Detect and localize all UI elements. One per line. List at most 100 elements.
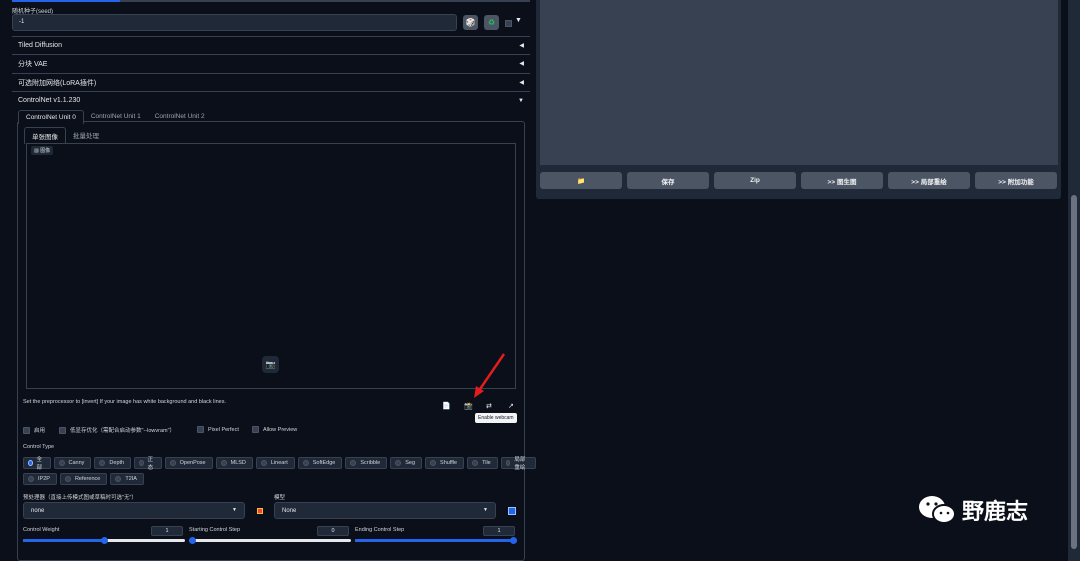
radio-icon [302,460,309,466]
tab-batch[interactable]: 批量处理 [66,127,106,144]
tab-unit-0[interactable]: ControlNet Unit 0 [18,110,84,124]
accordion-tiled-diffusion[interactable]: Tiled Diffusion ◀ [12,36,530,54]
page-scrollbar[interactable] [1068,0,1080,561]
camera-icon[interactable]: 📷 [262,356,279,373]
accordion-lora[interactable]: 可选附加网络(LoRA插件) ◀ [12,73,530,91]
preprocessor-label: 预处理器（直接上传模式图或草稿时可选"无"） [23,495,137,501]
radio-icon [64,476,71,482]
tab-single-image[interactable]: 单张图像 [24,127,66,144]
radio-icon [99,460,106,466]
model-label: 模型 [274,495,286,501]
control-type-option[interactable]: Depth [94,457,132,469]
send-to-inpaint-button[interactable]: >> 局部重绘 [888,172,970,189]
wechat-logo-icon [919,496,956,524]
folder-icon: 📁 [576,177,586,185]
webcam-icon[interactable]: 📸 [464,402,473,410]
open-folder-button[interactable]: 📁 [540,172,622,189]
accordion-controlnet[interactable]: ControlNet v1.1.230 ▼ [12,91,530,109]
send-to-img2img-button[interactable]: >> 图生图 [801,172,883,189]
image-upload-area[interactable] [26,143,516,389]
invert-hint: Set the preprocessor to [invert] If your… [23,399,226,405]
radio-icon [28,460,33,466]
control-type-row-1: 全部 Canny Depth 正态 OpenPose MLSD Lineart SoftEdg… [23,457,536,471]
control-type-option[interactable]: MLSD [215,457,253,469]
allow-preview-checkbox[interactable]: Allow Preview [252,426,297,433]
radio-icon [139,460,144,466]
starting-step-input[interactable]: 0 [317,526,349,536]
radio-icon [58,460,65,466]
enable-checkbox[interactable]: 启用 [23,426,45,434]
control-type-option[interactable]: 正态 [134,457,162,471]
scrollbar-thumb[interactable] [1071,195,1077,549]
radio-icon [260,460,267,466]
progress-bar [12,0,530,2]
radio-icon [350,460,357,466]
run-preprocessor-icon[interactable] [257,508,263,514]
control-type-option[interactable]: SoftEdge [297,457,343,469]
zip-button[interactable]: Zip [714,172,796,189]
control-type-row-2: IP2P Reference T2IA [23,473,144,485]
control-type-option[interactable]: T2IA [110,473,144,485]
control-type-label: Control Type [23,444,55,450]
collapse-arrow-icon: ◀ [519,61,524,67]
refresh-models-icon[interactable] [508,507,516,515]
swap-icon[interactable]: ⇄ [486,402,492,410]
document-icon[interactable]: 📄 [442,402,451,410]
control-type-option[interactable]: Tile [467,457,498,469]
dropdown-icon: ▼ [232,507,237,513]
ending-step-input[interactable]: 1 [483,526,515,536]
expand-arrow-icon: ▼ [518,97,524,104]
dice-icon[interactable]: 🎲 [463,15,478,30]
watermark: 野鹿志 [918,494,1028,526]
radio-icon [430,460,437,466]
tab-unit-1[interactable]: ControlNet Unit 1 [84,110,148,124]
control-type-option[interactable]: IP2P [23,473,57,485]
radio-icon [28,476,34,482]
radio-icon [472,460,479,466]
radio-icon [220,460,227,466]
watermark-text: 野鹿志 [962,500,1029,525]
control-weight-input[interactable]: 1 [151,526,183,536]
radio-icon [115,476,122,482]
red-arrow-annotation [474,353,506,398]
control-type-option[interactable]: 全部 [23,457,51,471]
control-type-option[interactable]: 局部重绘 [500,457,536,471]
image-tabs: 单张图像 批量处理 [24,127,106,144]
control-type-option[interactable]: Lineart [255,457,295,469]
ending-step-label: Ending Control Step [355,527,405,533]
lowvram-checkbox[interactable]: 低显存优化（需配合启动参数"--lowvram"） [59,426,175,434]
model-select[interactable]: None ▼ [274,502,496,519]
radio-icon [505,460,511,466]
control-type-option[interactable]: Reference [59,473,108,485]
seed-input[interactable]: -1 [12,14,457,31]
left-column: 随机种子(seed) -1 🎲 ♻ ▼ Tiled Diffusion ◀ 分块 … [0,0,536,561]
tab-unit-2[interactable]: ControlNet Unit 2 [148,110,212,124]
control-type-option[interactable]: Scribble [345,457,388,469]
ending-step-slider[interactable] [355,537,517,544]
send-dimensions-icon[interactable]: ↗ [508,402,514,410]
preprocessor-select[interactable]: none ▼ [23,502,245,519]
starting-step-label: Starting Control Step [189,527,241,533]
chevron-down-icon[interactable]: ▼ [515,17,522,24]
radio-icon [169,460,176,466]
save-button[interactable]: 保存 [627,172,709,189]
recycle-icon[interactable]: ♻ [484,15,499,30]
starting-step-slider[interactable] [189,537,351,544]
control-type-option[interactable]: Canny [53,457,92,469]
send-to-extras-button[interactable]: >> 附加功能 [975,172,1057,189]
radio-icon [395,460,402,466]
output-gallery[interactable] [540,0,1058,165]
control-weight-slider[interactable] [23,537,185,544]
image-label: ▨ 图像 [31,146,54,155]
control-type-option[interactable]: OpenPose [164,457,213,469]
control-type-option[interactable]: Shuffle [425,457,465,469]
pixel-perfect-checkbox[interactable]: Pixel Perfect [197,426,239,433]
dropdown-icon: ▼ [483,507,488,513]
collapse-arrow-icon: ◀ [519,43,524,49]
extra-seed-checkbox[interactable] [505,20,512,27]
control-type-option[interactable]: Seg [390,457,423,469]
control-weight-label: Control Weight [23,527,60,533]
webcam-tooltip: Enable webcam [475,413,517,423]
unit-tabs: ControlNet Unit 0 ControlNet Unit 1 Cont… [18,110,212,124]
accordion-tiled-vae[interactable]: 分块 VAE ◀ [12,54,530,72]
